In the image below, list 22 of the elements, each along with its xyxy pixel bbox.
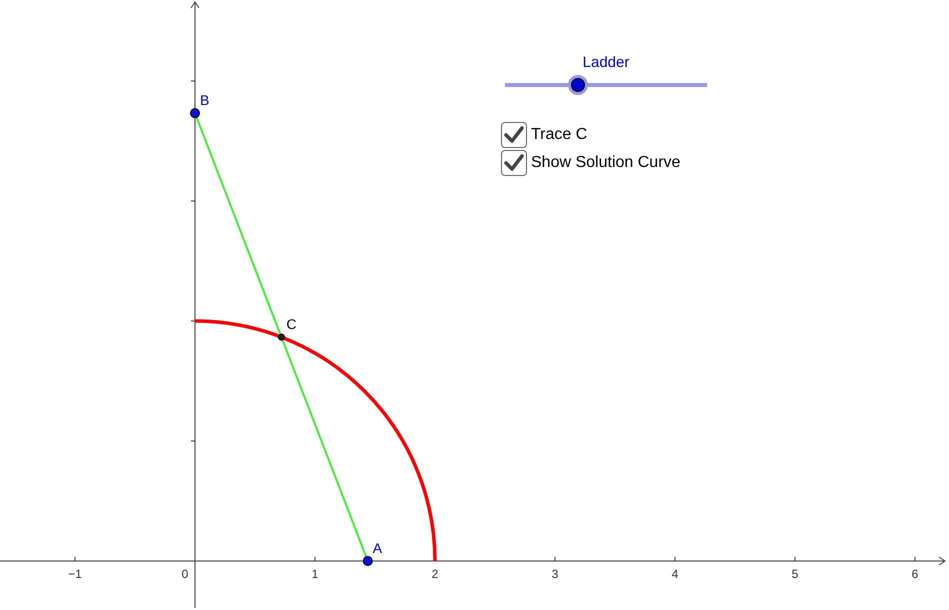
checkbox-label: Show Solution Curve bbox=[531, 154, 680, 172]
point-marker[interactable] bbox=[190, 108, 200, 118]
axis-tick-label: 4 bbox=[672, 567, 678, 581]
point-marker[interactable] bbox=[362, 556, 373, 566]
check-icon bbox=[504, 154, 524, 172]
checkbox[interactable] bbox=[501, 122, 527, 148]
slider-label: Ladder bbox=[582, 54, 630, 73]
slider-handle[interactable] bbox=[568, 75, 588, 95]
axis-tick-label: 1 bbox=[312, 567, 318, 581]
check-icon bbox=[504, 126, 524, 144]
axis-tick-label: 2 bbox=[432, 567, 438, 581]
axis-tick-label: 3 bbox=[552, 567, 558, 581]
point-marker[interactable] bbox=[278, 334, 285, 341]
point-label: C bbox=[286, 316, 297, 332]
axis-tick-label: −1 bbox=[68, 567, 82, 581]
axis-tick-label: 0 bbox=[182, 567, 188, 581]
axis-tick-label: 5 bbox=[792, 567, 798, 581]
checkbox-label: Trace C bbox=[531, 126, 588, 144]
checkbox[interactable] bbox=[501, 150, 527, 176]
point-label: A bbox=[372, 540, 382, 556]
point-label: B bbox=[200, 92, 210, 108]
axis-tick-label: 6 bbox=[912, 567, 918, 581]
